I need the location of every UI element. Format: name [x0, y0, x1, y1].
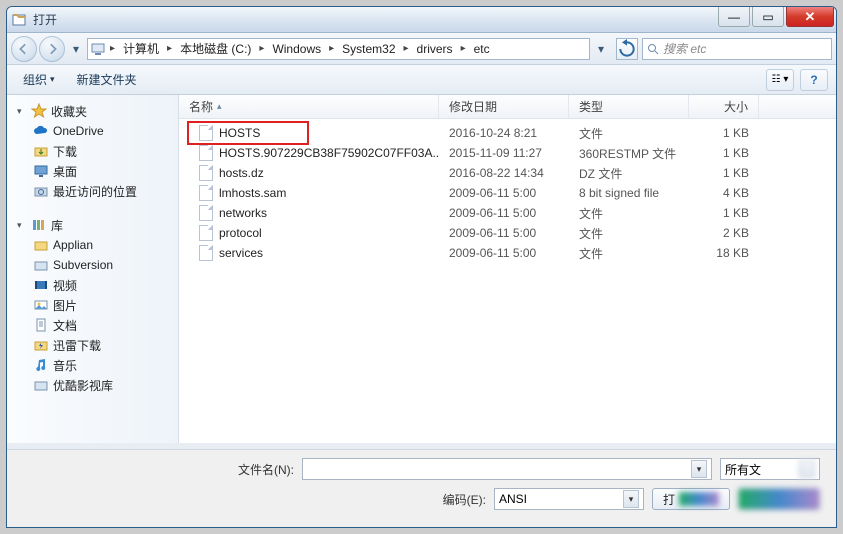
file-list-pane: 名称▴ 修改日期 类型 大小 HOSTS2016-10-24 8:21文件1 K…	[179, 95, 836, 443]
libraries-icon	[31, 217, 47, 233]
thunder-icon	[33, 337, 49, 353]
chevron-right-icon: ▸	[108, 43, 117, 54]
sidebar-item-desktop[interactable]: 桌面	[7, 161, 178, 181]
back-button[interactable]	[11, 36, 37, 62]
column-type[interactable]: 类型	[569, 95, 689, 118]
sidebar-item-subversion[interactable]: Subversion	[7, 255, 178, 275]
breadcrumb[interactable]: ▸ 计算机▸ 本地磁盘 (C:)▸ Windows▸ System32▸ dri…	[87, 38, 590, 60]
computer-icon	[90, 41, 106, 57]
video-icon	[33, 277, 49, 293]
sidebar-item-videos[interactable]: 视频	[7, 275, 178, 295]
encoding-select[interactable]: ANSI▾	[494, 488, 644, 510]
sidebar-item-downloads[interactable]: 下载	[7, 141, 178, 161]
sidebar-item-music[interactable]: 音乐	[7, 355, 178, 375]
file-row[interactable]: lmhosts.sam2009-06-11 5:008 bit signed f…	[179, 183, 836, 203]
file-icon	[199, 185, 213, 201]
file-icon	[199, 125, 213, 141]
column-date[interactable]: 修改日期	[439, 95, 569, 118]
breadcrumb-segment[interactable]: Windows	[266, 39, 327, 59]
document-icon	[33, 317, 49, 333]
file-row[interactable]: services2009-06-11 5:00文件18 KB	[179, 243, 836, 263]
file-icon	[199, 205, 213, 221]
titlebar[interactable]: 打开 — ▭ ✕	[7, 7, 836, 33]
dialog-body: ▾ 收藏夹 OneDrive 下载 桌面 最近访问的位置	[7, 95, 836, 443]
column-name[interactable]: 名称▴	[179, 95, 439, 118]
chevron-down-icon: ▾	[17, 220, 27, 231]
download-icon	[33, 143, 49, 159]
search-placeholder: 搜索 etc	[663, 40, 706, 57]
sidebar: ▾ 收藏夹 OneDrive 下载 桌面 最近访问的位置	[7, 95, 179, 443]
recent-icon	[33, 183, 49, 199]
svn-icon	[33, 257, 49, 273]
search-icon	[647, 43, 659, 55]
cancel-button[interactable]	[738, 488, 820, 510]
open-button[interactable]: 打	[652, 488, 730, 510]
star-icon	[31, 103, 47, 119]
chevron-down-icon[interactable]: ▾	[623, 490, 639, 508]
chevron-down-icon[interactable]: ▾	[691, 460, 707, 478]
cloud-icon	[33, 123, 49, 139]
picture-icon	[33, 297, 49, 313]
help-button[interactable]: ?	[800, 69, 828, 91]
file-row[interactable]: HOSTS.907229CB38F75902C07FF03A...2015-11…	[179, 143, 836, 163]
file-icon	[199, 145, 213, 161]
file-icon	[199, 245, 213, 261]
filename-label: 文件名(N):	[238, 461, 294, 478]
app-icon	[11, 12, 27, 28]
sidebar-libraries-header[interactable]: ▾ 库	[7, 215, 178, 235]
view-options-button[interactable]: ☷ ▾	[766, 69, 794, 91]
chevron-down-icon: ▾	[17, 106, 27, 117]
navigation-row: ▾ ▸ 计算机▸ 本地磁盘 (C:)▸ Windows▸ System32▸ d…	[7, 33, 836, 65]
forward-button[interactable]	[39, 36, 65, 62]
sidebar-item-recent[interactable]: 最近访问的位置	[7, 181, 178, 201]
new-folder-button[interactable]: 新建文件夹	[69, 68, 145, 91]
file-rows: HOSTS2016-10-24 8:21文件1 KB HOSTS.907229C…	[179, 119, 836, 443]
sort-asc-icon: ▴	[217, 101, 222, 112]
sidebar-item-documents[interactable]: 文档	[7, 315, 178, 335]
history-dropdown[interactable]: ▾	[69, 36, 83, 62]
organize-menu[interactable]: 组织 ▾	[15, 68, 63, 91]
filetype-select[interactable]: 所有文	[720, 458, 820, 480]
sidebar-item-applian[interactable]: Applian	[7, 235, 178, 255]
file-icon	[199, 225, 213, 241]
file-row[interactable]: networks2009-06-11 5:00文件1 KB	[179, 203, 836, 223]
breadcrumb-dropdown[interactable]: ▾	[594, 36, 608, 62]
sidebar-item-onedrive[interactable]: OneDrive	[7, 121, 178, 141]
breadcrumb-segment[interactable]: 本地磁盘 (C:)	[174, 39, 257, 59]
refresh-button[interactable]	[616, 38, 638, 60]
breadcrumb-segment[interactable]: 计算机	[117, 39, 165, 59]
sidebar-item-thunder[interactable]: 迅雷下载	[7, 335, 178, 355]
maximize-button[interactable]: ▭	[752, 7, 784, 27]
minimize-button[interactable]: —	[718, 7, 750, 27]
sidebar-item-youku[interactable]: 优酷影视库	[7, 375, 178, 395]
music-icon	[33, 357, 49, 373]
file-row[interactable]: HOSTS2016-10-24 8:21文件1 KB	[179, 123, 836, 143]
encoding-label: 编码(E):	[443, 491, 486, 508]
sidebar-favorites-header[interactable]: ▾ 收藏夹	[7, 101, 178, 121]
filename-input[interactable]: ▾	[302, 458, 712, 480]
file-icon	[199, 165, 213, 181]
column-headers: 名称▴ 修改日期 类型 大小	[179, 95, 836, 119]
desktop-icon	[33, 163, 49, 179]
folder-icon	[33, 237, 49, 253]
file-row[interactable]: protocol2009-06-11 5:00文件2 KB	[179, 223, 836, 243]
toolbar: 组织 ▾ 新建文件夹 ☷ ▾ ?	[7, 65, 836, 95]
file-row[interactable]: hosts.dz2016-08-22 14:34DZ 文件1 KB	[179, 163, 836, 183]
sidebar-item-pictures[interactable]: 图片	[7, 295, 178, 315]
breadcrumb-segment[interactable]: drivers	[411, 39, 459, 59]
breadcrumb-segment[interactable]: etc	[468, 39, 496, 59]
close-button[interactable]: ✕	[786, 7, 834, 27]
search-input[interactable]: 搜索 etc	[642, 38, 832, 60]
window-title: 打开	[33, 11, 57, 28]
column-size[interactable]: 大小	[689, 95, 759, 118]
youku-icon	[33, 377, 49, 393]
breadcrumb-segment[interactable]: System32	[336, 39, 401, 59]
open-dialog: 打开 — ▭ ✕ ▾ ▸ 计算机▸ 本地磁盘 (C:)▸ Windows▸ Sy…	[6, 6, 837, 528]
bottom-bar: 文件名(N): ▾ 所有文 编码(E): ANSI▾ 打	[7, 449, 836, 527]
